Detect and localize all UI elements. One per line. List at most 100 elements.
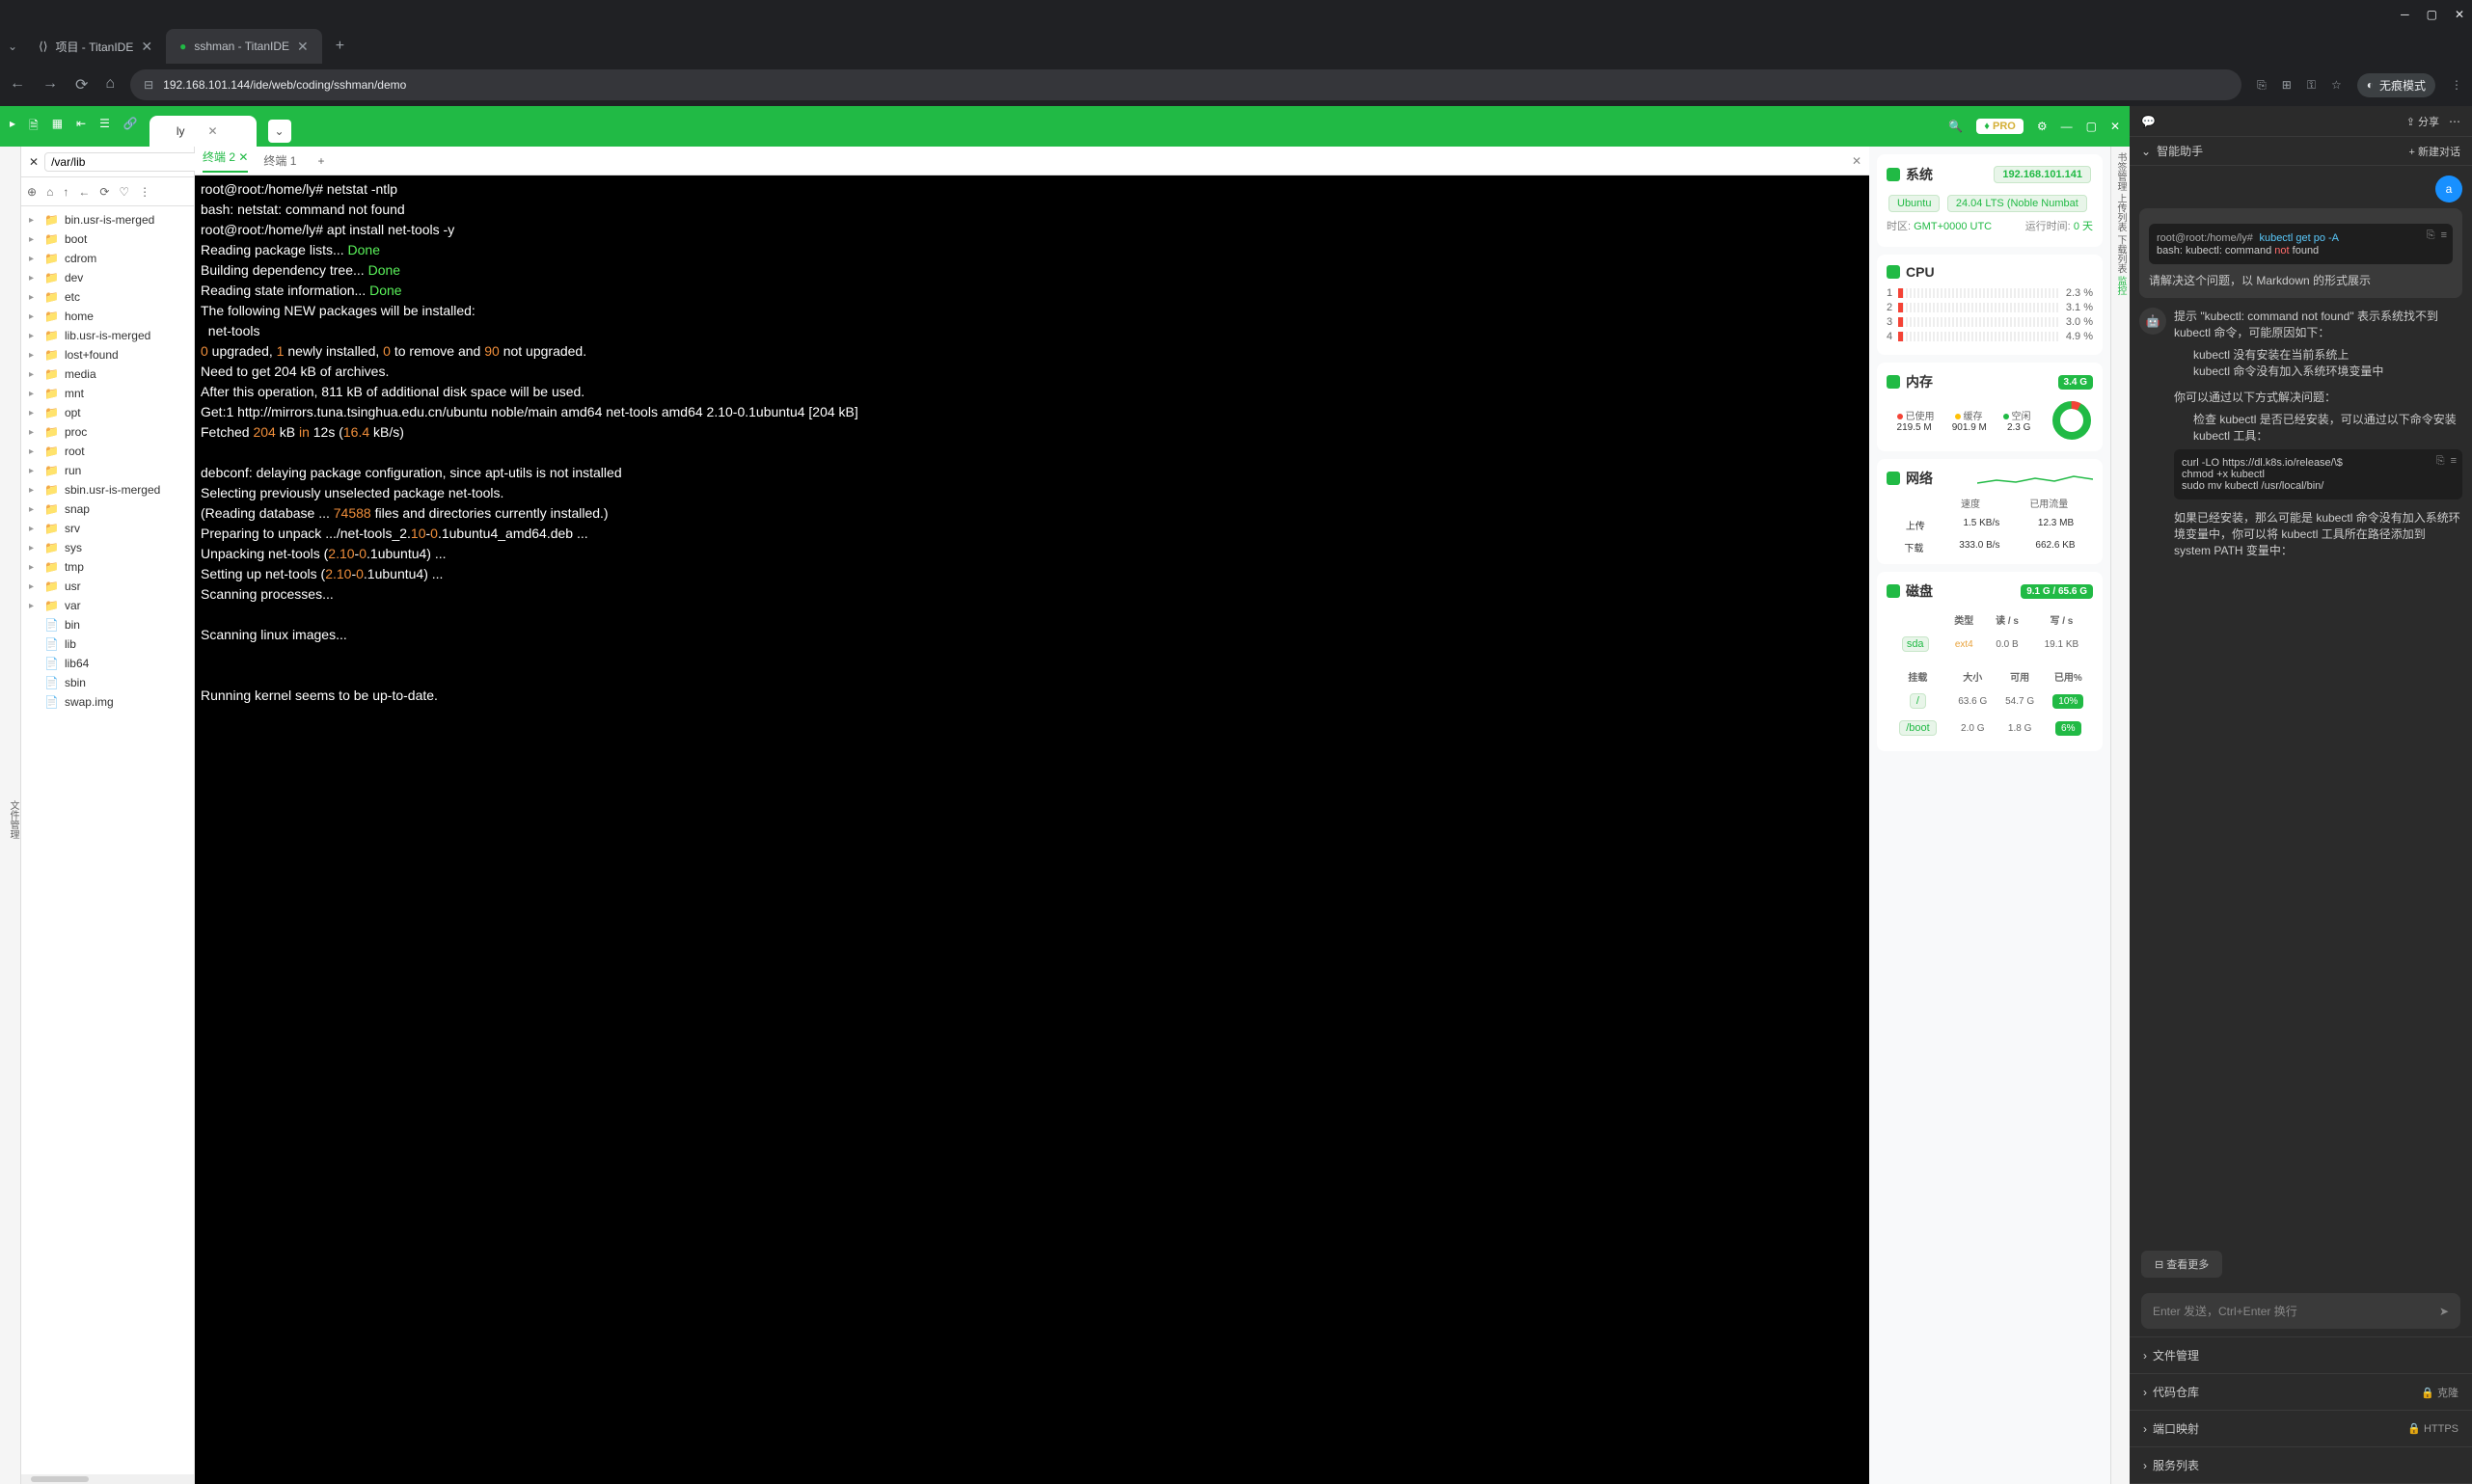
- back-icon[interactable]: ←: [78, 185, 90, 199]
- tree-item[interactable]: ▸📁etc: [21, 287, 194, 307]
- url-input[interactable]: ⊟ 192.168.101.144/ide/web/coding/sshman/…: [130, 69, 2241, 100]
- tree-item[interactable]: ▸📁opt: [21, 403, 194, 422]
- show-more-button[interactable]: ⊟ 查看更多: [2141, 1251, 2222, 1278]
- chat-input[interactable]: Enter 发送，Ctrl+Enter 换行 ➤: [2141, 1293, 2460, 1329]
- maximize-icon[interactable]: ▢: [2427, 8, 2437, 21]
- send-icon[interactable]: ➤: [2439, 1305, 2449, 1318]
- refresh-icon[interactable]: ⟳: [99, 185, 109, 199]
- tree-item[interactable]: ▸📁boot: [21, 229, 194, 249]
- close-icon[interactable]: ✕: [2110, 120, 2120, 133]
- site-info-icon[interactable]: ⊟: [144, 78, 153, 92]
- tree-item[interactable]: ▸📁bin.usr-is-merged: [21, 210, 194, 229]
- menu-icon[interactable]: ⋮: [2451, 78, 2462, 92]
- tree-item[interactable]: 📄sbin: [21, 673, 194, 692]
- incognito-badge[interactable]: ◐ 无痕模式: [2357, 73, 2435, 97]
- close-icon[interactable]: ✕: [238, 150, 248, 164]
- copy-icon[interactable]: ⎘: [2427, 229, 2435, 242]
- chat-tab-label[interactable]: 智能助手: [2157, 143, 2203, 159]
- tree-item[interactable]: 📄lib64: [21, 654, 194, 673]
- indent-icon[interactable]: ⇤: [76, 117, 86, 137]
- minimize-icon[interactable]: ─: [2401, 8, 2409, 21]
- tree-item[interactable]: ▸📁dev: [21, 268, 194, 287]
- close-tab-icon[interactable]: ✕: [141, 39, 152, 55]
- new-terminal-icon[interactable]: +: [317, 154, 324, 168]
- list-icon[interactable]: ☰: [99, 117, 110, 137]
- close-panel-icon[interactable]: ✕: [29, 155, 39, 169]
- section-row[interactable]: ›代码仓库🔒 克隆: [2130, 1374, 2472, 1411]
- home-icon[interactable]: ⌂: [46, 185, 53, 199]
- tree-item[interactable]: ▸📁home: [21, 307, 194, 326]
- tree-item[interactable]: ▸📁lib.usr-is-merged: [21, 326, 194, 345]
- close-editor-tab-icon[interactable]: ✕: [207, 124, 217, 138]
- tree-item[interactable]: ▸📁srv: [21, 519, 194, 538]
- share-button[interactable]: ⇪ 分享: [2406, 114, 2439, 129]
- tree-item[interactable]: 📄swap.img: [21, 692, 194, 712]
- terminal-output[interactable]: root@root:/home/ly# netstat -ntlpbash: n…: [195, 175, 1869, 1484]
- wrap-icon[interactable]: ≡: [2451, 455, 2457, 468]
- more-icon[interactable]: ⋯: [2449, 115, 2460, 128]
- wrap-icon[interactable]: ≡: [2441, 229, 2447, 242]
- user-text: 请解决这个问题，以 Markdown 的形式展示: [2149, 272, 2453, 288]
- locate-icon[interactable]: ⊕: [27, 185, 37, 199]
- terminal-tab-2[interactable]: 终端 2 ✕: [203, 148, 248, 173]
- chevron-down-icon[interactable]: ⌄: [2141, 145, 2151, 158]
- tab-dropdown[interactable]: ⌄: [268, 120, 291, 143]
- tree-item[interactable]: 📄bin: [21, 615, 194, 634]
- browser-tab-0[interactable]: ⟨⟩ 项目 - TitanIDE ✕: [25, 29, 166, 64]
- maximize-icon[interactable]: ▢: [2086, 120, 2097, 133]
- heart-icon[interactable]: ♡: [119, 185, 129, 199]
- back-icon[interactable]: ←: [10, 75, 25, 94]
- section-row[interactable]: ›服务列表: [2130, 1447, 2472, 1484]
- tree-item[interactable]: ▸📁cdrom: [21, 249, 194, 268]
- extensions-icon[interactable]: ⊞: [2282, 78, 2292, 92]
- gear-icon[interactable]: ⚙: [2037, 120, 2048, 133]
- minimize-icon[interactable]: —: [2061, 120, 2073, 133]
- terminal-tab-1[interactable]: 终端 1: [263, 152, 296, 169]
- search-icon[interactable]: 🔍: [1948, 120, 1963, 133]
- tab-dropdown-icon[interactable]: ⌄: [8, 40, 17, 53]
- url-text: 192.168.101.144/ide/web/coding/sshman/de…: [163, 78, 406, 92]
- tree-item[interactable]: ▸📁var: [21, 596, 194, 615]
- tree-item[interactable]: ▸📁snap: [21, 499, 194, 519]
- password-icon[interactable]: ⚿: [2307, 78, 2316, 93]
- tree-item[interactable]: ▸📁usr: [21, 577, 194, 596]
- tree-item[interactable]: ▸📁run: [21, 461, 194, 480]
- section-row[interactable]: ›端口映射🔒 HTTPS: [2130, 1411, 2472, 1447]
- forward-icon[interactable]: →: [42, 75, 58, 94]
- tree-item[interactable]: 📄lib: [21, 634, 194, 654]
- new-tab-icon[interactable]: +: [336, 38, 344, 55]
- link-icon[interactable]: 🔗: [123, 117, 138, 137]
- tree-item[interactable]: ▸📁media: [21, 364, 194, 384]
- path-input[interactable]: [44, 152, 207, 172]
- tree-item[interactable]: ▸📁tmp: [21, 557, 194, 577]
- ip-pill[interactable]: 192.168.101.141: [1994, 166, 2091, 183]
- new-chat-button[interactable]: + 新建对话: [2409, 144, 2460, 159]
- left-rail[interactable]: 文件管理 书签 面板管理 历史命令: [0, 147, 21, 1484]
- up-icon[interactable]: ↑: [63, 185, 68, 199]
- browser-tab-1[interactable]: ● sshman - TitanIDE ✕: [166, 29, 322, 64]
- bookmark-icon[interactable]: ☆: [2331, 78, 2342, 92]
- right-rail[interactable]: 书签管理 上传列表 下载列表 监控: [2110, 147, 2130, 1484]
- tree-item[interactable]: ▸📁mnt: [21, 384, 194, 403]
- terminal-icon[interactable]: ▸: [10, 117, 15, 137]
- chat-icon[interactable]: 💬: [2141, 115, 2156, 128]
- rail-tab[interactable]: 文件管理: [6, 800, 20, 839]
- reload-icon[interactable]: ⟳: [75, 75, 88, 94]
- tree-item[interactable]: ▸📁sys: [21, 538, 194, 557]
- copy-icon[interactable]: ⎘: [2436, 455, 2445, 468]
- more-icon[interactable]: ⋮: [139, 185, 150, 199]
- file-icon[interactable]: 🗎: [29, 117, 39, 137]
- horizontal-scrollbar[interactable]: [21, 1474, 194, 1484]
- install-icon[interactable]: ⎘: [2257, 78, 2267, 93]
- close-icon[interactable]: ✕: [2455, 8, 2464, 21]
- tree-item[interactable]: ▸📁proc: [21, 422, 194, 442]
- tree-item[interactable]: ▸📁lost+found: [21, 345, 194, 364]
- tree-item[interactable]: ▸📁root: [21, 442, 194, 461]
- grid-icon[interactable]: ▦: [52, 117, 63, 137]
- tree-item[interactable]: ▸📁sbin.usr-is-merged: [21, 480, 194, 499]
- close-tab-icon[interactable]: ✕: [297, 39, 309, 55]
- editor-tab[interactable]: ly ✕: [149, 116, 257, 147]
- close-panel-icon[interactable]: ✕: [1852, 154, 1861, 168]
- section-row[interactable]: ›文件管理: [2130, 1337, 2472, 1374]
- home-icon[interactable]: ⌂: [105, 75, 115, 94]
